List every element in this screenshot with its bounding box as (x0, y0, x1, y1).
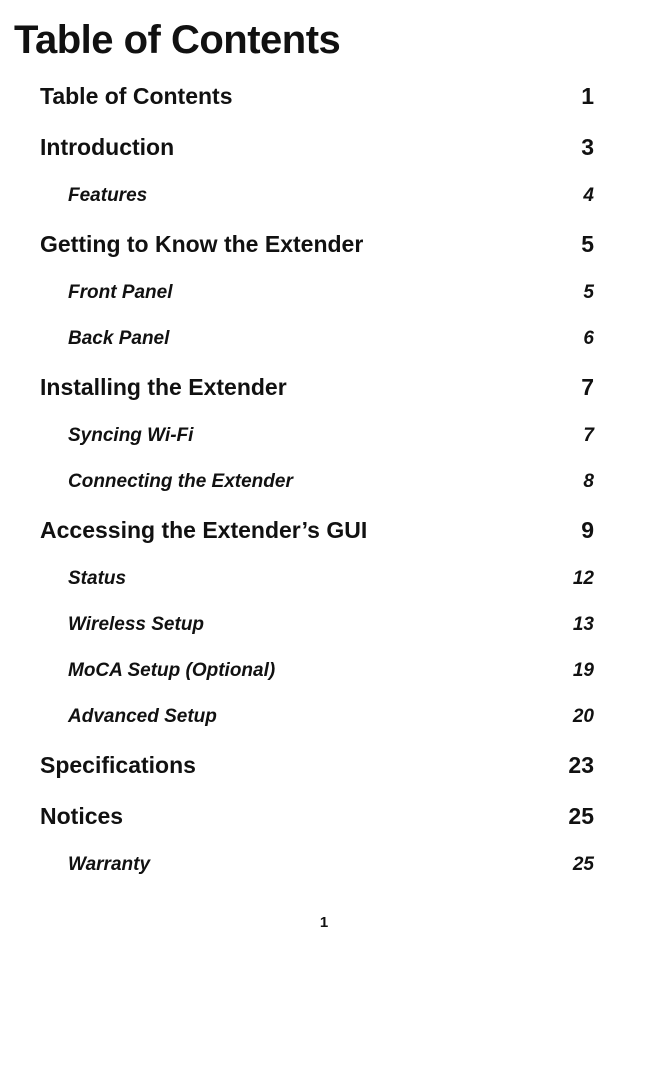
toc-page: 12 (573, 568, 594, 590)
toc-page: 25 (573, 854, 594, 876)
toc-page: 20 (573, 706, 594, 728)
toc-label: Notices (40, 803, 123, 830)
toc-entry: Front Panel 5 (40, 270, 594, 316)
toc-entry: Status 12 (40, 556, 594, 602)
toc-entry: Advanced Setup 20 (40, 694, 594, 740)
toc-entry: Warranty 25 (40, 842, 594, 888)
toc-entry: Back Panel 6 (40, 316, 594, 362)
table-of-contents: Table of Contents 1 Introduction 3 Featu… (0, 71, 648, 888)
page-title: Table of Contents (0, 0, 648, 71)
toc-label: MoCA Setup (Optional) (68, 660, 275, 682)
toc-label: Status (68, 568, 126, 590)
toc-label: Introduction (40, 134, 174, 161)
toc-entry: Wireless Setup 13 (40, 602, 594, 648)
toc-label: Back Panel (68, 328, 169, 350)
toc-page: 3 (581, 134, 594, 161)
toc-entry: Table of Contents 1 (40, 71, 594, 122)
toc-page: 13 (573, 614, 594, 636)
toc-label: Connecting the Extender (68, 471, 293, 493)
toc-entry: Installing the Extender 7 (40, 362, 594, 413)
toc-page: 9 (581, 517, 594, 544)
toc-page: 7 (581, 374, 594, 401)
toc-page: 7 (583, 425, 594, 447)
page-number: 1 (0, 914, 648, 931)
toc-label: Features (68, 185, 147, 207)
toc-page: 6 (583, 328, 594, 350)
toc-entry: Syncing Wi-Fi 7 (40, 413, 594, 459)
toc-label: Front Panel (68, 282, 173, 304)
toc-label: Syncing Wi-Fi (68, 425, 193, 447)
toc-page: 5 (583, 282, 594, 304)
toc-page: 1 (581, 83, 594, 110)
toc-entry: MoCA Setup (Optional) 19 (40, 648, 594, 694)
toc-label: Installing the Extender (40, 374, 287, 401)
toc-label: Accessing the Extender’s GUI (40, 517, 367, 544)
toc-page: 5 (581, 231, 594, 258)
toc-entry: Accessing the Extender’s GUI 9 (40, 505, 594, 556)
toc-entry: Getting to Know the Extender 5 (40, 219, 594, 270)
toc-entry: Features 4 (40, 173, 594, 219)
toc-entry: Specifications 23 (40, 740, 594, 791)
toc-label: Table of Contents (40, 83, 233, 110)
toc-label: Getting to Know the Extender (40, 231, 363, 258)
toc-entry: Connecting the Extender 8 (40, 459, 594, 505)
toc-label: Wireless Setup (68, 614, 204, 636)
toc-page: 23 (568, 752, 594, 779)
toc-page: 4 (583, 185, 594, 207)
toc-page: 25 (568, 803, 594, 830)
toc-label: Advanced Setup (68, 706, 217, 728)
toc-page: 8 (583, 471, 594, 493)
toc-page: 19 (573, 660, 594, 682)
toc-label: Warranty (68, 854, 150, 876)
toc-entry: Notices 25 (40, 791, 594, 842)
toc-label: Specifications (40, 752, 196, 779)
toc-entry: Introduction 3 (40, 122, 594, 173)
